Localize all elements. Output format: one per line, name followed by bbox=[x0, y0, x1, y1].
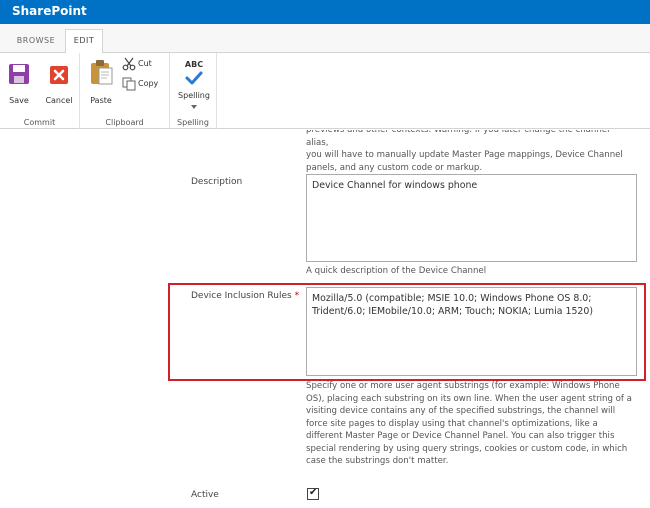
help-line: different Master Page or Device Channel … bbox=[306, 431, 615, 441]
cancel-icon bbox=[50, 66, 68, 84]
copy-label: Copy bbox=[138, 79, 159, 88]
tab-browse[interactable]: BROWSE bbox=[8, 31, 64, 53]
active-checkbox[interactable]: ✔ bbox=[307, 487, 319, 500]
save-icon bbox=[9, 64, 29, 84]
active-label: Active bbox=[191, 490, 219, 500]
help-line: special rendering by using query strings… bbox=[306, 443, 628, 454]
cancel-button[interactable]: Cancel bbox=[42, 59, 76, 105]
save-button[interactable]: Save bbox=[4, 59, 34, 105]
commit-group: Save Cancel Commit bbox=[0, 53, 80, 129]
suite-bar: SharePoint bbox=[0, 0, 650, 24]
tab-edit[interactable]: EDIT bbox=[65, 29, 103, 54]
ribbon: Save Cancel Commit Paste Cut Copy Clipbo… bbox=[0, 53, 650, 129]
spelling-label: Spelling bbox=[178, 91, 210, 100]
cut-button[interactable]: Cut bbox=[122, 57, 166, 73]
cancel-label: Cancel bbox=[45, 96, 73, 105]
copy-icon bbox=[122, 77, 136, 91]
spelling-button[interactable]: ABC Spelling bbox=[174, 59, 214, 113]
scissors-icon bbox=[122, 57, 136, 71]
description-label: Description bbox=[191, 177, 243, 187]
checkmark-icon: ✔ bbox=[309, 487, 318, 498]
copy-button[interactable]: Copy bbox=[122, 77, 168, 93]
help-line: previews and other contexts. Warning: If… bbox=[306, 130, 610, 148]
description-help: A quick description of the Device Channe… bbox=[306, 266, 487, 276]
commit-group-label: Commit bbox=[23, 118, 56, 127]
paste-label: Paste bbox=[90, 96, 112, 105]
help-line: panels, and any custom code or markup. bbox=[306, 162, 483, 173]
spelling-check-icon bbox=[185, 71, 203, 85]
save-label: Save bbox=[9, 96, 29, 105]
inclusion-rules-help: Specify one or more user agent substring… bbox=[306, 380, 636, 468]
description-value: Device Channel for windows phone bbox=[312, 180, 478, 191]
sharepoint-brand[interactable]: SharePoint bbox=[12, 4, 87, 18]
clipboard-paste-icon bbox=[91, 60, 113, 85]
help-line: you will have to manually update Master … bbox=[306, 150, 623, 160]
device-channel-form: previews and other contexts. Warning: If… bbox=[0, 130, 650, 508]
help-line: visiting device contains any of the spec… bbox=[306, 406, 616, 416]
help-line: OS), placing each substring on its own l… bbox=[306, 393, 632, 404]
help-line: case the substrings don't matter. bbox=[306, 456, 449, 466]
paste-button[interactable]: Paste bbox=[86, 59, 116, 105]
clipboard-group-label: Clipboard bbox=[105, 118, 144, 127]
spelling-group: ABC Spelling Spelling bbox=[170, 53, 217, 129]
cut-label: Cut bbox=[138, 59, 152, 68]
dropdown-arrow-icon bbox=[191, 105, 197, 109]
help-line: Specify one or more user agent substring… bbox=[306, 381, 620, 391]
spelling-group-label: Spelling bbox=[177, 118, 209, 127]
abc-text: ABC bbox=[184, 60, 204, 69]
description-textarea[interactable]: Device Channel for windows phone bbox=[306, 174, 637, 262]
highlight-box bbox=[168, 283, 646, 381]
channel-alias-help: previews and other contexts. Warning: If… bbox=[306, 130, 631, 174]
ribbon-tab-row: BROWSE EDIT bbox=[0, 24, 650, 54]
help-line: force site pages to display using that c… bbox=[306, 418, 598, 429]
clipboard-group: Paste Cut Copy Clipboard bbox=[80, 53, 170, 129]
